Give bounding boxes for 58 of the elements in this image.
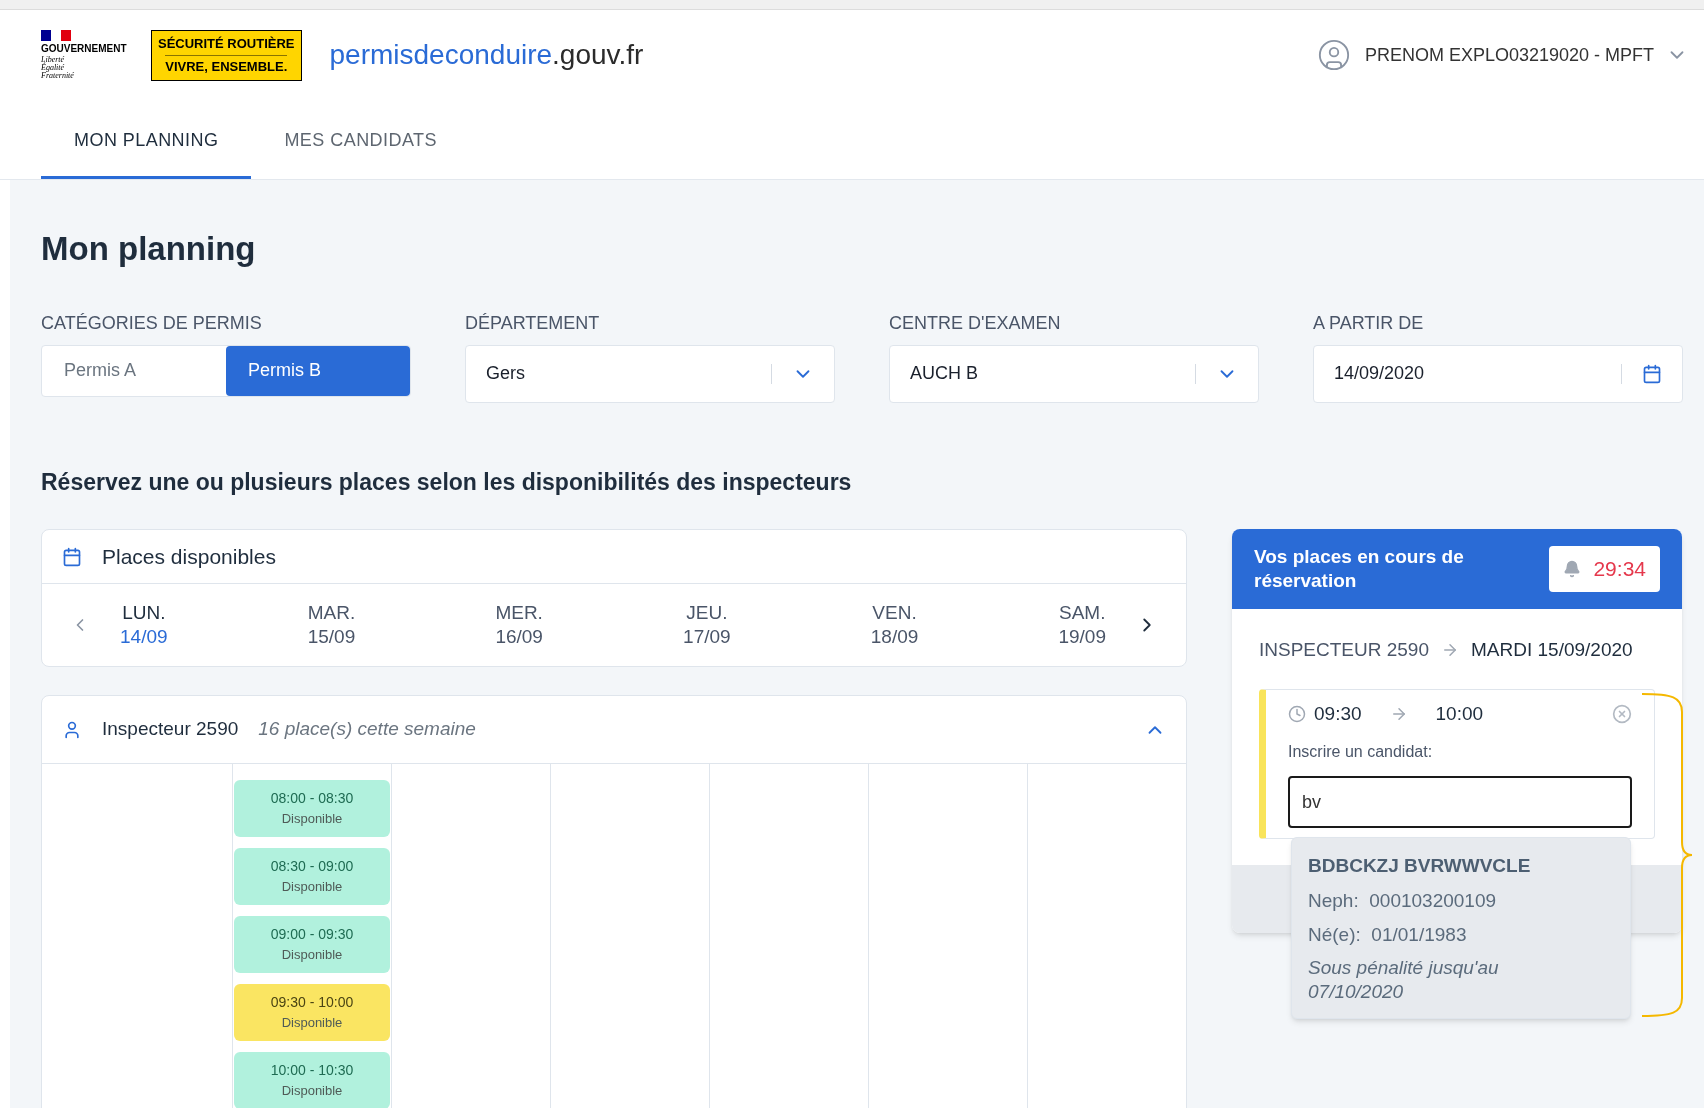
day-column-header[interactable]: LUN. 14/09 [120,601,168,649]
candidate-suggestion[interactable]: BDBCKZJ BVRWWVCLE Neph: 000103200109 Né(e): 01/01/1983 Sous pénalité jusqu'au 07/10/2020 [1291,837,1631,1019]
logo-motto: Égalité [41,63,65,72]
date-field[interactable]: 14/09/2020 [1313,344,1683,403]
category-option[interactable]: Permis A [42,345,226,396]
birth-date: Né(e): 01/01/1983 [1308,923,1468,947]
inspector-label: INSPECTEUR 2590 [1259,638,1429,662]
time-slot[interactable]: 09:00 - 09:30 Disponible [234,916,390,973]
time-slot[interactable]: 08:00 - 08:30 Disponible [234,780,390,837]
filter-label: A PARTIR DE [1313,311,1425,335]
user-name[interactable]: PRENOM EXPLO03219020 - MPFT [1364,41,1654,69]
filter-label: CENTRE D'EXAMEN [889,311,1062,335]
field-value: Gers [486,362,526,385]
field-label: Inscrire un candidat: [1288,742,1434,762]
day-column-header[interactable]: MAR. 15/09 [307,601,356,649]
site-name[interactable]: permisdeconduire.gouv.fr [329,34,644,76]
day-column-header[interactable]: SAM. 19/09 [1058,601,1106,649]
bell-icon [1563,560,1582,578]
neph-number: Neph: 000103200109 [1308,888,1498,913]
section-title: Réservez une ou plusieurs places selon les disponibilités des inspecteurs [41,467,853,497]
timer-value: 29:34 [1593,556,1646,583]
calendar-icon [62,546,82,567]
departement-select[interactable]: Gers [465,344,835,403]
time-slot[interactable]: 08:30 - 09:00 Disponible [234,848,390,905]
clock-icon [1288,704,1306,723]
inspector-name: Inspecteur 2590 [102,717,239,742]
filter-label: DÉPARTEMENT [465,311,601,335]
nav-tab[interactable]: MES CANDIDATS [251,127,470,179]
day-column-header[interactable]: MER. 16/09 [495,601,543,649]
reservation-date: MARDI 15/09/2020 [1471,638,1633,662]
panel-title: Vos places en cours de réservation [1254,545,1465,593]
centre-select[interactable]: AUCH B [889,344,1259,403]
time-slot[interactable]: 09:30 - 10:00 Disponible [234,984,390,1041]
day-column-header[interactable]: VEN. 18/09 [870,601,919,649]
remove-icon[interactable] [1612,703,1632,724]
user-avatar-icon [1316,38,1351,72]
logo-motto: Fraternité [41,71,75,80]
start-time: 09:30 [1314,701,1362,726]
badge-text: SÉCURITÉ ROUTIÈRE [158,34,295,53]
day-column-header[interactable]: JEU. 17/09 [683,601,731,649]
badge-text: VIVRE, ENSEMBLE. [165,54,288,78]
calendar-icon [1642,363,1662,384]
field-value: AUCH B [910,362,979,385]
field-value: 14/09/2020 [1334,362,1426,385]
flag-icon [41,30,71,42]
logo-name: GOUVERNEMENT [41,43,128,56]
time-slot[interactable]: 10:00 - 10:30 Disponible [234,1052,390,1108]
places-count: 16 place(s) cette semaine [258,717,476,742]
page-title: Mon planning [41,229,257,269]
card-title: Places disponibles [102,543,276,570]
logo-motto: Liberté [41,55,66,64]
category-option[interactable]: Permis B [226,345,410,396]
filter-label: CATÉGORIES DE PERMIS [41,311,263,335]
candidate-name: BDBCKZJ BVRWWVCLE [1308,854,1532,878]
end-time: 10:00 [1435,701,1484,726]
candidate-input[interactable]: bv [1288,776,1632,828]
penalty-note: Sous pénalité jusqu'au 07/10/2020 [1308,955,1500,1004]
user-icon [62,719,82,740]
